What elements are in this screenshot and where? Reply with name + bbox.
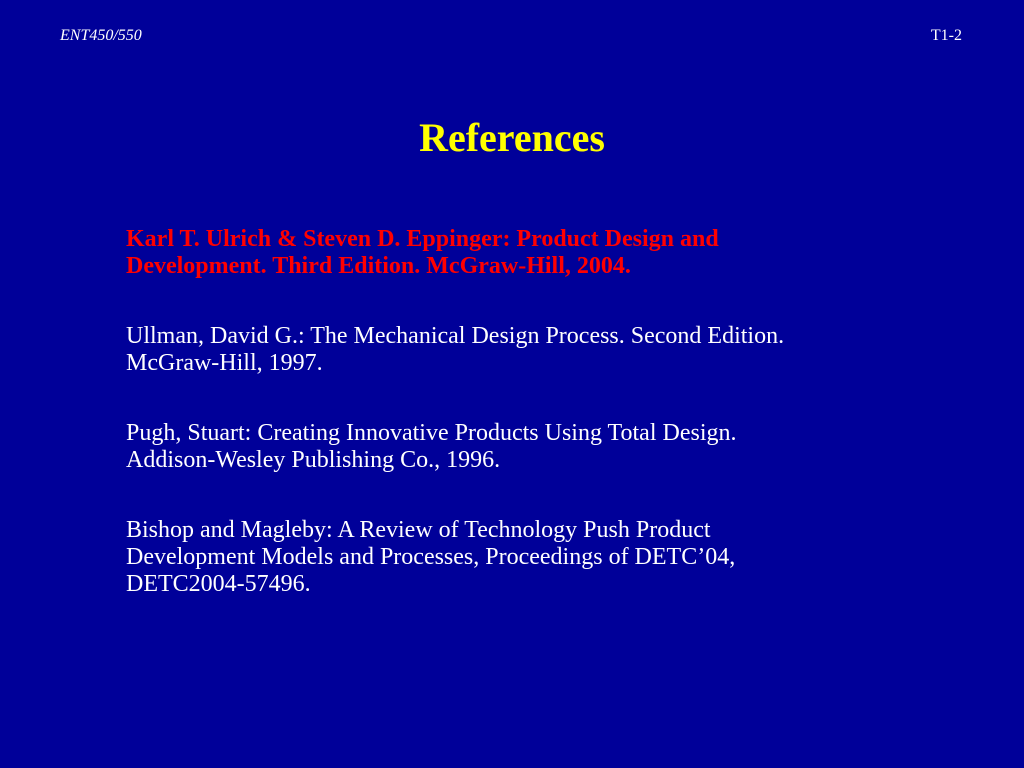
course-code: ENT450/550 xyxy=(60,27,142,44)
reference-item-bishop-magleby: Bishop and Magleby: A Review of Technolo… xyxy=(126,517,736,597)
reference-item-ullman: Ullman, David G.: The Mechanical Design … xyxy=(126,323,785,376)
slide-number: T1-2 xyxy=(930,27,962,44)
reference-list: Karl T. Ulrich & Steven D. Eppinger: Pro… xyxy=(126,226,926,641)
reference-item-ulrich-eppinger: Karl T. Ulrich & Steven D. Eppinger: Pro… xyxy=(126,226,719,279)
slide: ENT450/550 T1-2 References Karl T. Ulric… xyxy=(0,0,1024,768)
reference-item-pugh: Pugh, Stuart: Creating Innovative Produc… xyxy=(126,420,737,473)
page-title: References xyxy=(419,115,605,160)
